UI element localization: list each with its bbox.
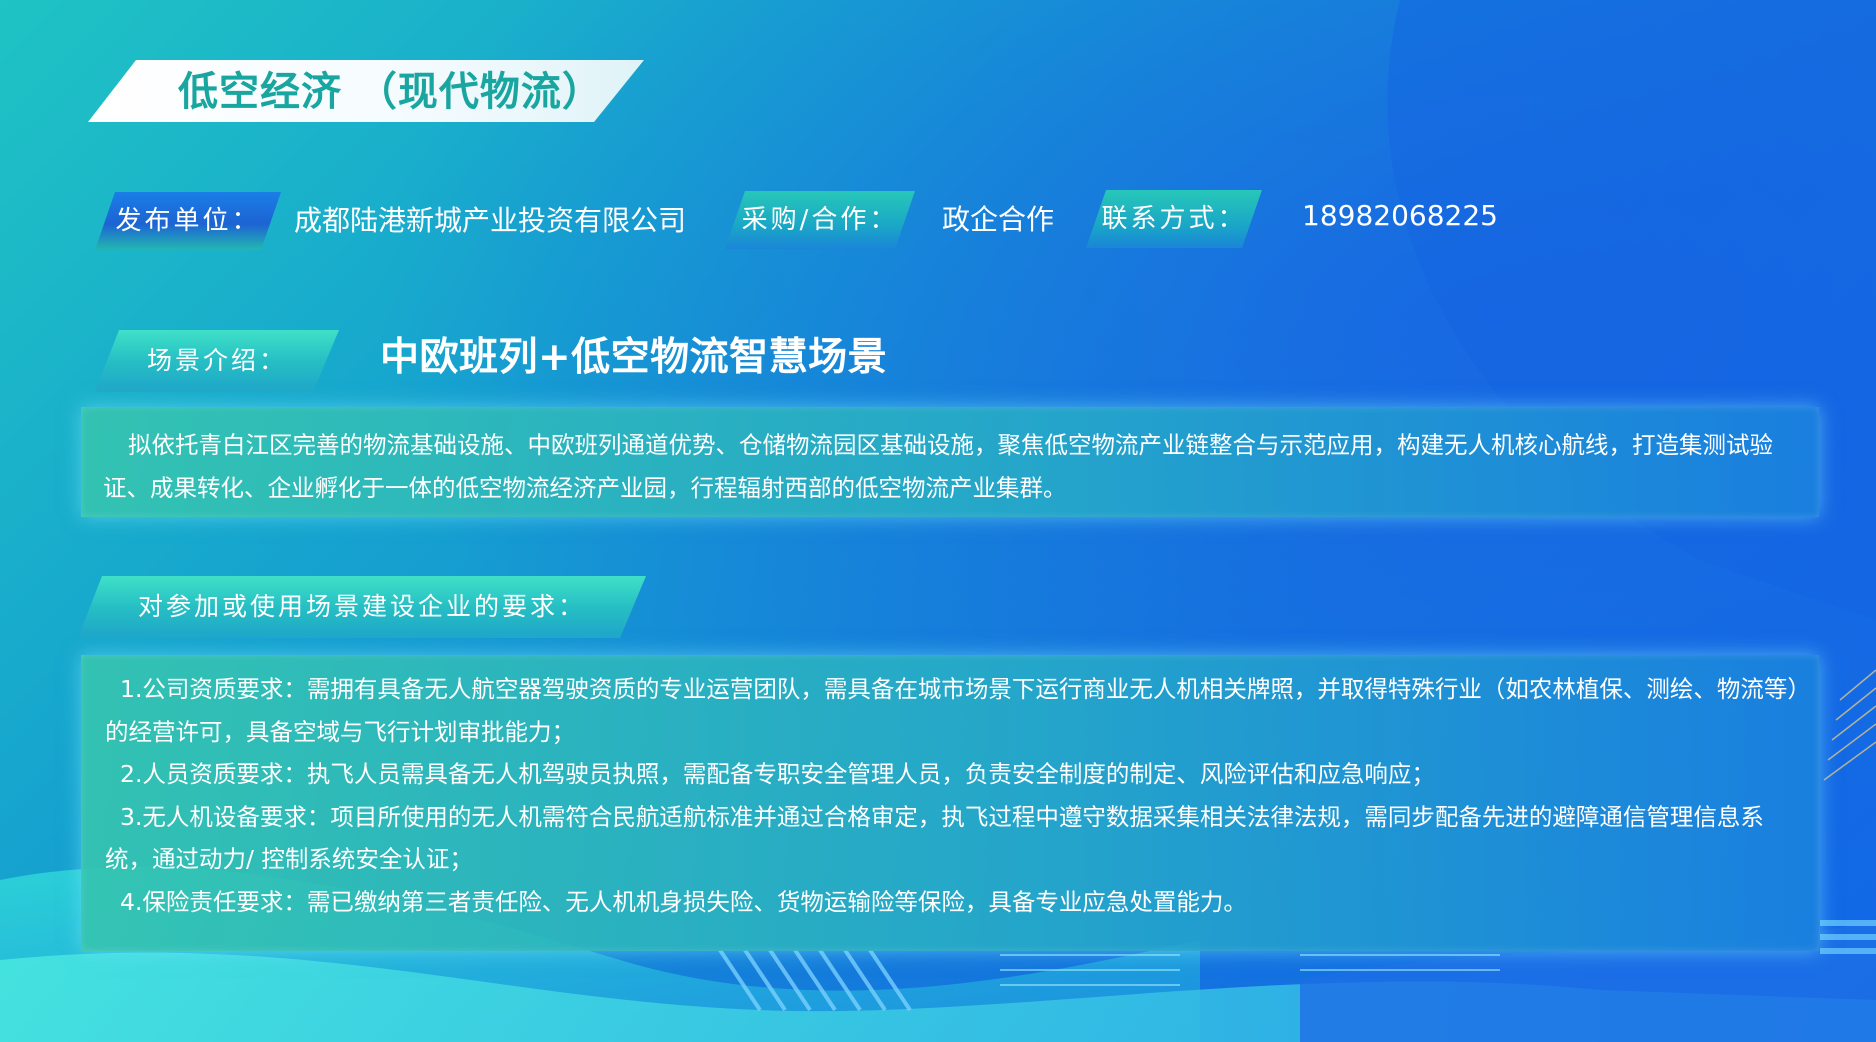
scene-label: 场景介绍：: [95, 330, 339, 392]
scene-heading: 中欧班列+低空物流智慧场景: [380, 335, 888, 380]
requirements-label: 对参加或使用场景建设企业的要求：: [78, 576, 646, 638]
publisher-label: 发布单位：: [95, 192, 281, 250]
page-title: 低空经济 （现代物流）: [178, 69, 603, 115]
requirement-item: 1.公司资质要求：需拥有具备无人航空器驾驶资质的专业运营团队，需具备在城市场景下…: [105, 675, 1800, 746]
publisher-value: 成都陆港新城产业投资有限公司: [294, 204, 687, 237]
requirement-item: 4.保险责任要求：需已缴纳第三者责任险、无人机机身损失险、货物运输险等保险，具备…: [120, 887, 1247, 916]
scene-description-panel: 拟依托青白江区完善的物流基础设施、中欧班列通道优势、仓储物流园区基础设施，聚焦低…: [81, 407, 1819, 517]
requirement-item: 3.无人机设备要求：项目所使用的无人机需符合民航适航标准并通过合格审定，执飞过程…: [105, 802, 1764, 874]
scene-description: 拟依托青白江区完善的物流基础设施、中欧班列通道优势、仓储物流园区基础设施，聚焦低…: [103, 431, 1773, 502]
cooperation-value: 政企合作: [942, 203, 1055, 236]
contact-label: 联系方式：: [1086, 190, 1262, 248]
contact-value: 18982068225: [1302, 199, 1498, 232]
requirements-panel: 1.公司资质要求：需拥有具备无人航空器驾驶资质的专业运营团队，需具备在城市场景下…: [81, 655, 1819, 951]
requirement-item: 2.人员资质要求：执飞人员需具备无人机驾驶员执照，需配备专职安全管理人员，负责安…: [120, 760, 1435, 788]
cooperation-label: 采购/合作：: [725, 191, 915, 249]
